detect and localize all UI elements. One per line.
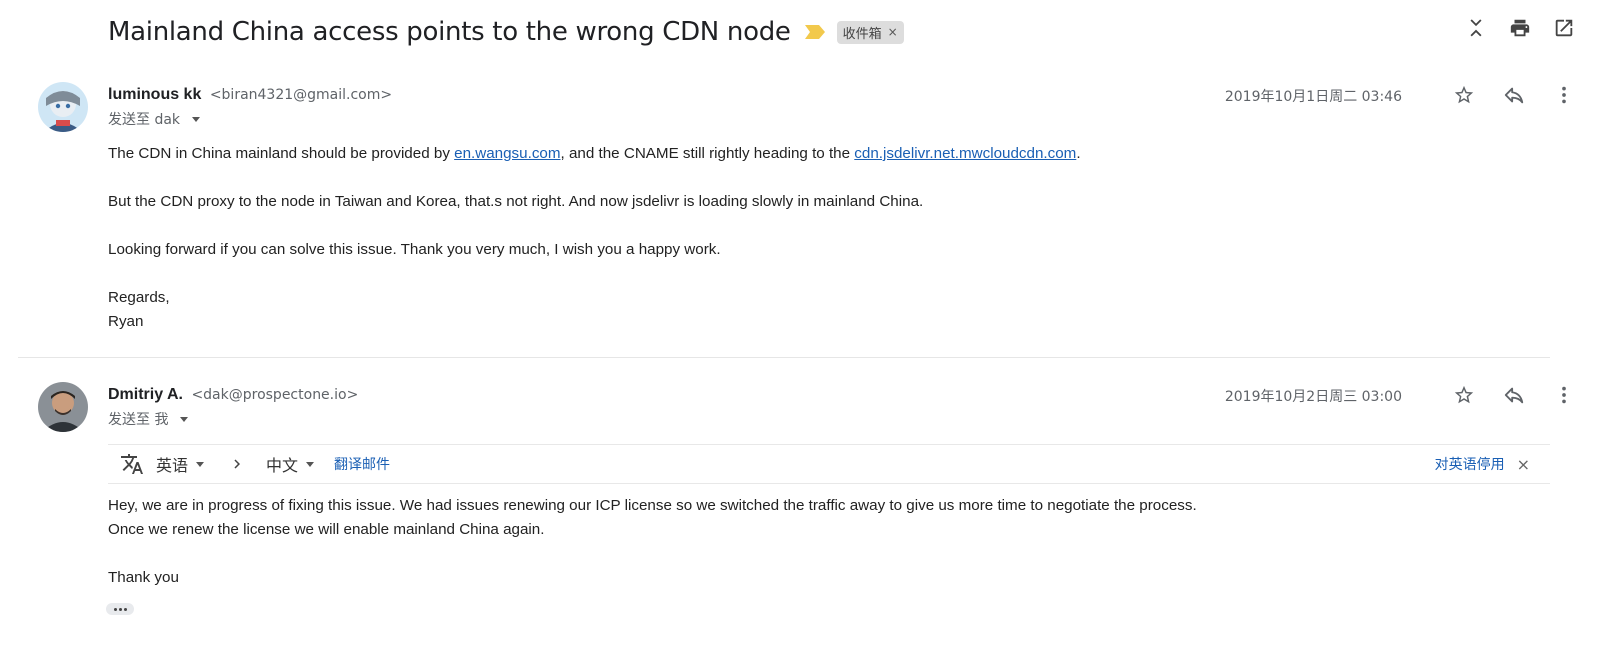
- open-new-window-button[interactable]: [1552, 16, 1576, 40]
- collapse-icon: [1470, 19, 1482, 37]
- sender-line: Dmitriy A. <dak@prospectone.io>: [108, 386, 358, 404]
- target-language-dropdown[interactable]: 中文: [266, 452, 315, 476]
- sender-email: <dak@prospectone.io>: [191, 387, 359, 403]
- body-signature: Ryan: [108, 313, 144, 330]
- chevron-down-icon: [196, 461, 205, 467]
- translate-message-link[interactable]: 翻译邮件: [334, 454, 390, 474]
- more-vert-icon: [1562, 386, 1566, 404]
- body-thanks: Thank you: [108, 569, 179, 586]
- dot-icon: [118, 607, 122, 611]
- recipient-text: 发送至 dak: [108, 112, 181, 128]
- star-button[interactable]: [1452, 83, 1476, 107]
- body-text-span: The CDN in China mainland should be prov…: [108, 145, 455, 162]
- remove-label-button[interactable]: ×: [888, 25, 898, 39]
- more-options-button[interactable]: [1552, 383, 1576, 407]
- source-language-dropdown[interactable]: 英语: [156, 452, 205, 476]
- star-outline-icon: [1454, 385, 1474, 404]
- message-actions: [1452, 83, 1576, 107]
- body-paragraph-1: Hey, we are in progress of fixing this i…: [108, 497, 1197, 514]
- body-paragraph-2: But the CDN proxy to the node in Taiwan …: [108, 193, 924, 210]
- sender-email: <biran4321@gmail.com>: [209, 87, 393, 103]
- more-vert-icon: [1562, 86, 1566, 104]
- link-mwcloudcdn[interactable]: cdn.jsdelivr.net.mwcloudcdn.com: [854, 145, 1076, 162]
- collapse-all-button[interactable]: [1464, 16, 1488, 40]
- reply-button[interactable]: [1502, 83, 1526, 107]
- show-details-chevron-down-icon[interactable]: [192, 116, 201, 122]
- message-body: The CDN in China mainland should be prov…: [108, 142, 1528, 334]
- body-paragraph-2: Once we renew the license we will enable…: [108, 521, 545, 538]
- chevron-down-icon: [306, 461, 315, 467]
- body-text-span: .: [1076, 145, 1081, 162]
- message-actions: [1452, 383, 1576, 407]
- recipient-text: 发送至 我: [108, 412, 169, 428]
- translate-icon: [121, 454, 143, 474]
- print-all-button[interactable]: [1508, 16, 1532, 40]
- star-outline-icon: [1454, 85, 1474, 104]
- recipient-line: 发送至 我: [108, 409, 189, 429]
- avatar[interactable]: [38, 382, 88, 432]
- avatar[interactable]: [38, 82, 88, 132]
- close-translate-bar-button[interactable]: ×: [1517, 455, 1530, 474]
- star-button[interactable]: [1452, 383, 1476, 407]
- message-date: 2019年10月2日周三 03:00: [1224, 389, 1402, 405]
- body-regards: Regards,: [108, 289, 170, 306]
- show-trimmed-content-button[interactable]: [106, 603, 134, 615]
- avatar-image-icon: [38, 82, 88, 132]
- target-language-label: 中文: [266, 456, 299, 475]
- body-text-span: , and the CNAME still rightly heading to…: [560, 145, 855, 162]
- subject-row: Mainland China access points to the wron…: [108, 12, 904, 52]
- sender-name[interactable]: luminous kk: [108, 86, 201, 103]
- more-options-button[interactable]: [1552, 83, 1576, 107]
- body-paragraph-3: Looking forward if you can solve this is…: [108, 241, 721, 258]
- email-subject: Mainland China access points to the wron…: [108, 17, 791, 47]
- message-body: Hey, we are in progress of fixing this i…: [108, 494, 1528, 590]
- reply-icon: [1504, 87, 1524, 104]
- sender-line: luminous kk <biran4321@gmail.com>: [108, 86, 392, 104]
- recipient-line: 发送至 dak: [108, 109, 201, 129]
- dot-icon: [113, 607, 117, 611]
- source-language-label: 英语: [156, 456, 189, 475]
- chevron-right-icon: [234, 459, 241, 469]
- sender-name[interactable]: Dmitriy A.: [108, 386, 183, 403]
- translate-bar-right: 对英语停用 ×: [1435, 454, 1530, 474]
- message-date: 2019年10月1日周二 03:46: [1224, 89, 1402, 105]
- body-paragraph-1: The CDN in China mainland should be prov…: [108, 142, 1528, 166]
- label-chip-text: 收件箱: [842, 26, 882, 42]
- message-divider: [18, 357, 1550, 358]
- reply-button[interactable]: [1502, 383, 1526, 407]
- important-marker-icon[interactable]: [804, 25, 825, 39]
- disable-translation-link[interactable]: 对英语停用: [1435, 454, 1505, 474]
- thread-actions: [1464, 16, 1576, 40]
- avatar-image-icon: [38, 382, 88, 432]
- label-chip-inbox: 收件箱 ×: [836, 20, 904, 44]
- open-in-new-window-icon: [1555, 19, 1573, 37]
- print-icon: [1510, 19, 1530, 37]
- link-wangsu[interactable]: en.wangsu.com: [454, 145, 560, 162]
- translate-bar: 英语 中文 翻译邮件 对英语停用 ×: [108, 444, 1550, 484]
- show-details-chevron-down-icon[interactable]: [180, 416, 189, 422]
- reply-icon: [1504, 387, 1524, 404]
- dot-icon: [123, 607, 127, 611]
